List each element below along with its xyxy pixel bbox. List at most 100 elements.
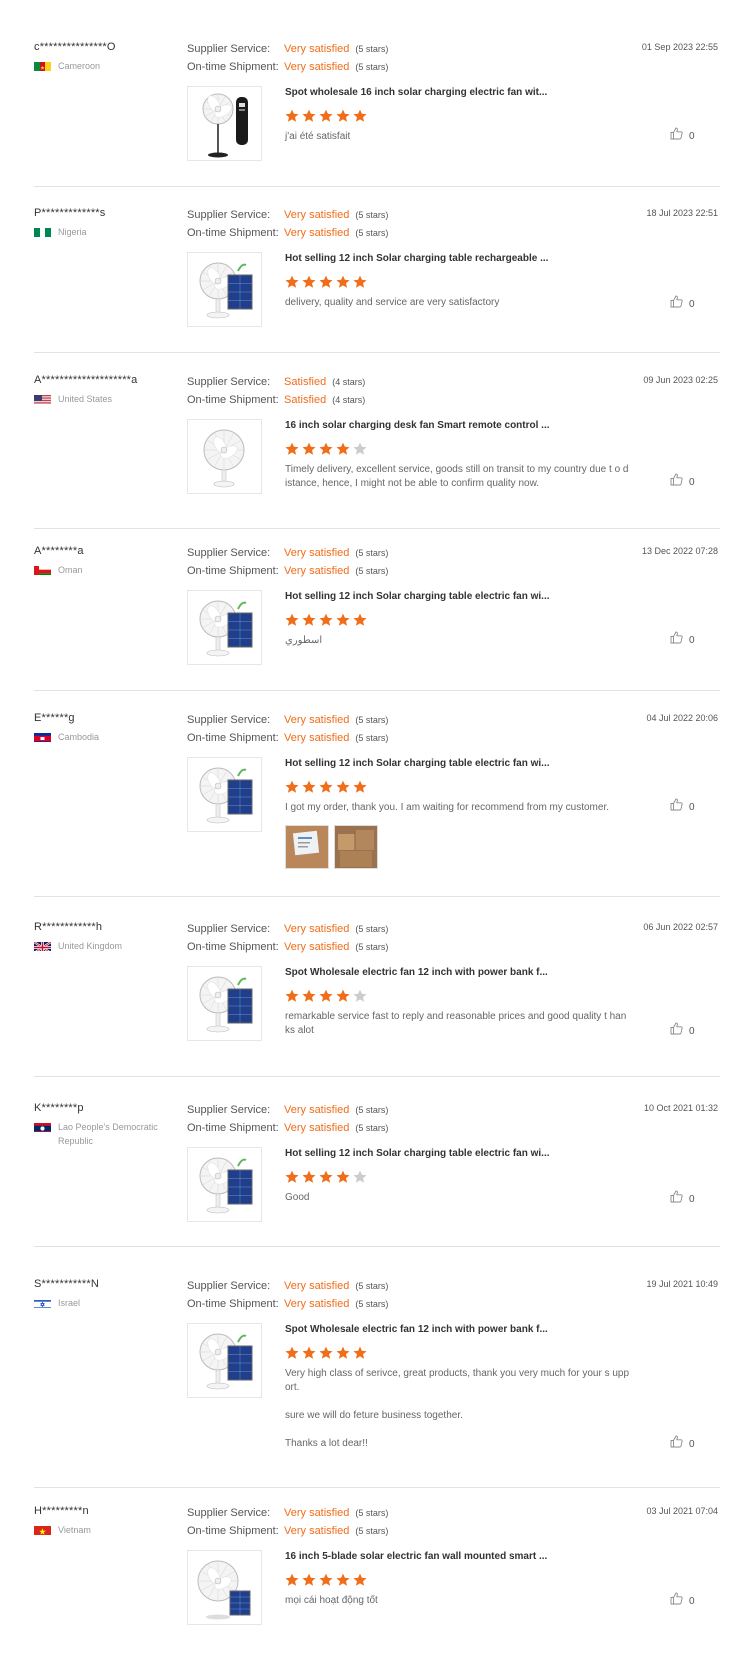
supplier-service-row: Supplier Service: Very satisfied (5 star… — [187, 544, 388, 562]
star-filled-icon — [285, 780, 299, 794]
country-name: Vietnam — [58, 1525, 91, 1535]
supplier-service-label: Supplier Service: — [187, 1280, 271, 1292]
supplier-service-stars: (5 stars) — [355, 548, 389, 558]
product-thumbnail[interactable] — [187, 757, 262, 832]
review-date: 09 Jun 2023 02:25 — [643, 375, 718, 385]
on-time-shipment-value: Very satisfied — [284, 227, 350, 239]
on-time-shipment-stars: (5 stars) — [355, 1123, 389, 1133]
product-thumbnail[interactable] — [187, 590, 262, 665]
country-name: United Kingdom — [58, 941, 123, 951]
on-time-shipment-stars: (5 stars) — [355, 1526, 389, 1536]
review-comment: mọi cái hoạt động tốt — [285, 1594, 630, 1608]
buyer-info: c***************O Cameroon — [34, 40, 174, 73]
on-time-shipment-stars: (5 stars) — [355, 228, 389, 238]
review-divider — [34, 352, 720, 353]
product-thumbnail[interactable] — [187, 1550, 262, 1625]
buyer-name: S***********N — [34, 1278, 99, 1290]
product-thumbnail[interactable] — [187, 419, 262, 494]
supplier-service-row: Supplier Service: Very satisfied (5 star… — [187, 40, 388, 58]
nigeria-flag-icon — [34, 226, 51, 237]
star-filled-icon — [353, 1346, 367, 1360]
thumbs-up-icon — [670, 1022, 683, 1040]
product-thumbnail[interactable] — [187, 86, 262, 161]
product-title-link[interactable]: 16 inch 5-blade solar electric fan wall … — [285, 1550, 630, 1563]
buyer-name: A********a — [34, 545, 84, 557]
supplier-service-label: Supplier Service: — [187, 376, 271, 388]
star-filled-icon — [302, 1346, 316, 1360]
product-rating-stars — [285, 1170, 630, 1184]
like-button[interactable]: 0 — [670, 1190, 695, 1208]
supplier-service-value: Very satisfied — [284, 1104, 350, 1116]
on-time-shipment-value: Very satisfied — [284, 565, 350, 577]
star-filled-icon — [285, 1346, 299, 1360]
star-filled-icon — [319, 780, 333, 794]
supplier-service-label: Supplier Service: — [187, 547, 271, 559]
product-rating-stars — [285, 989, 630, 1003]
supplier-ratings: Supplier Service: Very satisfied (5 star… — [187, 920, 388, 956]
review-comment-paragraph: Good — [285, 1192, 310, 1203]
star-filled-icon — [319, 613, 333, 627]
supplier-service-row: Supplier Service: Very satisfied (5 star… — [187, 206, 388, 224]
supplier-service-stars: (4 stars) — [332, 377, 366, 387]
star-filled-icon — [336, 442, 350, 456]
product-rating-stars — [285, 1573, 630, 1587]
like-count: 0 — [689, 801, 695, 813]
buyer-country: United States — [34, 392, 174, 406]
review-comment-paragraph: Timely delivery, excellent service, good… — [285, 464, 629, 489]
supplier-service-value: Very satisfied — [284, 209, 350, 221]
product-rating-stars — [285, 275, 630, 289]
product-thumbnail[interactable] — [187, 252, 262, 327]
supplier-service-label: Supplier Service: — [187, 923, 271, 935]
supplier-service-value: Very satisfied — [284, 1280, 350, 1292]
like-count: 0 — [689, 298, 695, 310]
like-button[interactable]: 0 — [670, 631, 695, 649]
buyer-info: R************h United Kingdom — [34, 920, 174, 953]
review-comment-paragraph: Thanks a lot dear!! — [285, 1438, 368, 1449]
supplier-ratings: Supplier Service: Very satisfied (5 star… — [187, 40, 388, 76]
product-thumbnail[interactable] — [187, 1323, 262, 1398]
product-thumbnail[interactable] — [187, 1147, 262, 1222]
product-title-link[interactable]: Hot selling 12 inch Solar charging table… — [285, 757, 630, 770]
review-photo[interactable] — [285, 825, 329, 869]
like-button[interactable]: 0 — [670, 1592, 695, 1610]
like-button[interactable]: 0 — [670, 295, 695, 313]
like-button[interactable]: 0 — [670, 127, 695, 145]
star-filled-icon — [285, 275, 299, 289]
star-filled-icon — [353, 1573, 367, 1587]
on-time-shipment-stars: (5 stars) — [355, 942, 389, 952]
on-time-shipment-value: Very satisfied — [284, 1298, 350, 1310]
review-divider — [34, 690, 720, 691]
star-filled-icon — [336, 1346, 350, 1360]
star-filled-icon — [302, 989, 316, 1003]
like-button[interactable]: 0 — [670, 798, 695, 816]
product-title-link[interactable]: Spot Wholesale electric fan 12 inch with… — [285, 966, 630, 979]
product-title-link[interactable]: 16 inch solar charging desk fan Smart re… — [285, 419, 630, 432]
country-name: Lao People's Democratic Republic — [58, 1122, 158, 1146]
product-title-link[interactable]: Hot selling 12 inch Solar charging table… — [285, 252, 630, 265]
like-count: 0 — [689, 1193, 695, 1205]
like-button[interactable]: 0 — [670, 1022, 695, 1040]
supplier-ratings: Supplier Service: Very satisfied (5 star… — [187, 1504, 388, 1540]
review-content: Hot selling 12 inch Solar charging table… — [285, 757, 630, 869]
review-comment: delivery, quality and service are very s… — [285, 296, 630, 310]
supplier-service-value: Very satisfied — [284, 43, 350, 55]
like-count: 0 — [689, 634, 695, 646]
like-button[interactable]: 0 — [670, 1435, 695, 1453]
like-count: 0 — [689, 1595, 695, 1607]
star-filled-icon — [319, 442, 333, 456]
product-title-link[interactable]: Spot wholesale 16 inch solar charging el… — [285, 86, 630, 99]
product-thumbnail[interactable] — [187, 966, 262, 1041]
product-title-link[interactable]: Hot selling 12 inch Solar charging table… — [285, 590, 630, 603]
review-content: Spot Wholesale electric fan 12 inch with… — [285, 1323, 630, 1451]
on-time-shipment-row: On-time Shipment: Satisfied (4 stars) — [187, 391, 365, 409]
on-time-shipment-label: On-time Shipment: — [187, 1122, 279, 1134]
like-button[interactable]: 0 — [670, 473, 695, 491]
product-title-link[interactable]: Hot selling 12 inch Solar charging table… — [285, 1147, 630, 1160]
buyer-country: Oman — [34, 563, 174, 577]
star-filled-icon — [285, 989, 299, 1003]
review-content: 16 inch solar charging desk fan Smart re… — [285, 419, 630, 491]
review-photo[interactable] — [334, 825, 378, 869]
product-title-link[interactable]: Spot Wholesale electric fan 12 inch with… — [285, 1323, 630, 1336]
supplier-service-stars: (5 stars) — [355, 1508, 389, 1518]
review-divider — [34, 186, 720, 187]
